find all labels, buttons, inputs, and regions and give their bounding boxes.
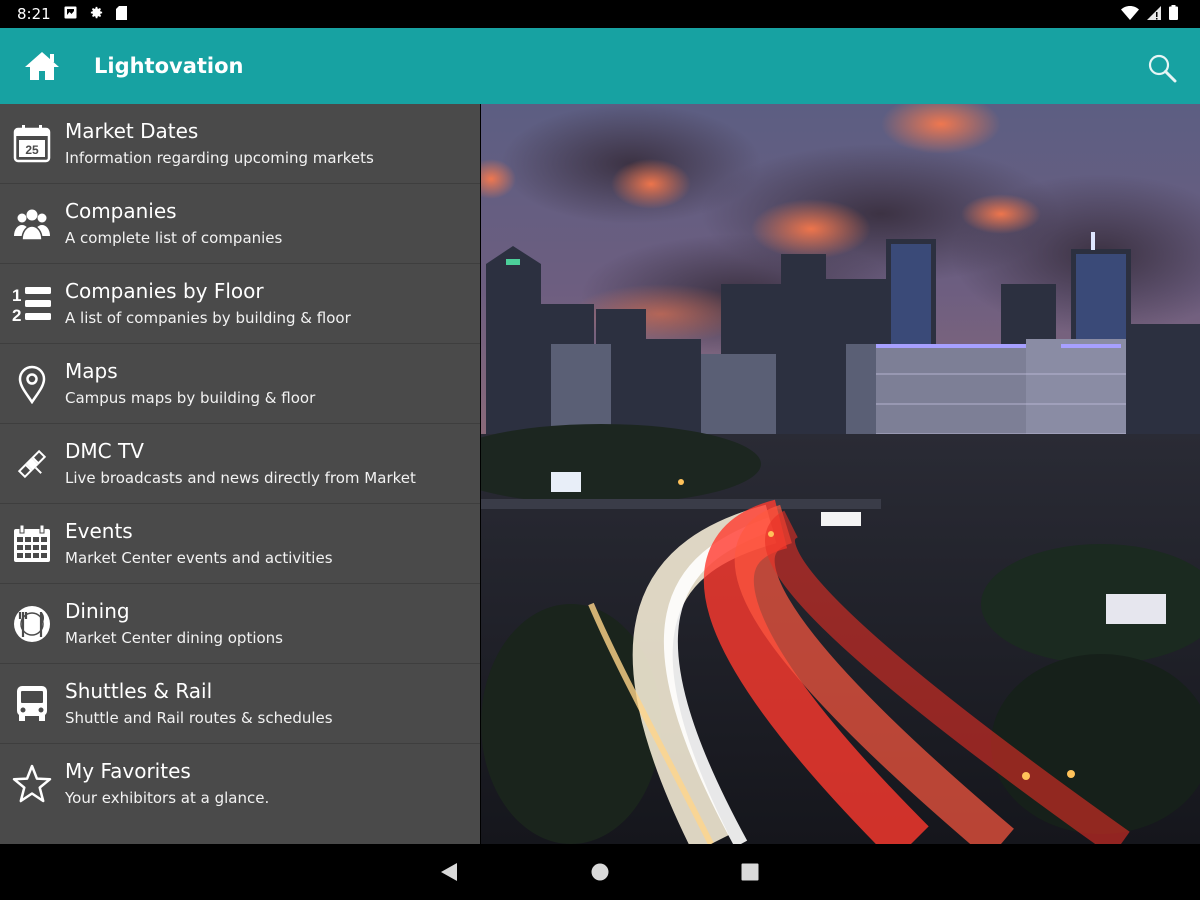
dining-icon xyxy=(14,606,50,642)
wifi-icon xyxy=(1121,5,1139,20)
menu-item-shuttles-rail[interactable]: Shuttles & Rail Shuttle and Rail routes … xyxy=(0,664,480,744)
menu-item-companies[interactable]: Companies A complete list of companies xyxy=(0,184,480,264)
calendar-grid-icon xyxy=(14,524,50,562)
menu-item-title: Companies by Floor xyxy=(65,279,264,303)
menu-item-subtitle: Information regarding upcoming markets xyxy=(65,149,374,167)
city-skyline-photo xyxy=(481,104,1200,844)
back-icon[interactable] xyxy=(441,863,457,881)
map-pin-icon xyxy=(18,365,46,404)
search-icon[interactable] xyxy=(1147,53,1177,83)
home-nav-icon[interactable] xyxy=(591,863,609,881)
menu-item-subtitle: Live broadcasts and news directly from M… xyxy=(65,469,416,487)
menu-item-title: Events xyxy=(65,519,133,543)
menu-item-events[interactable]: Events Market Center events and activiti… xyxy=(0,504,480,584)
menu-item-title: Market Dates xyxy=(65,119,199,143)
system-nav-bar xyxy=(0,844,1200,900)
menu-item-title: Companies xyxy=(65,199,177,223)
numbered-list-icon: 1 2 xyxy=(12,286,51,324)
menu-item-title: Shuttles & Rail xyxy=(65,679,213,703)
photo-notification-icon xyxy=(64,6,77,19)
svg-text:1: 1 xyxy=(12,286,21,305)
menu-item-title: Maps xyxy=(65,359,118,383)
settings-notification-icon xyxy=(90,6,103,19)
menu-item-subtitle: Shuttle and Rail routes & schedules xyxy=(65,709,333,727)
star-icon xyxy=(12,764,52,803)
menu-item-subtitle: Market Center dining options xyxy=(65,629,283,647)
menu-item-subtitle: Campus maps by building & floor xyxy=(65,389,316,407)
sd-card-icon xyxy=(116,5,127,20)
satellite-icon xyxy=(17,449,47,479)
recents-icon[interactable] xyxy=(741,863,759,881)
app-title: Lightovation xyxy=(94,54,244,78)
status-time: 8:21 xyxy=(17,5,51,23)
people-icon xyxy=(14,209,50,241)
menu-item-my-favorites[interactable]: My Favorites Your exhibitors at a glance… xyxy=(0,744,480,824)
menu-item-title: My Favorites xyxy=(65,759,191,783)
app-bar: Lightovation xyxy=(0,28,1200,104)
menu-item-title: DMC TV xyxy=(65,439,144,463)
menu-item-title: Dining xyxy=(65,599,130,623)
signal-icon xyxy=(1147,5,1161,20)
svg-text:25: 25 xyxy=(25,143,39,157)
svg-text:2: 2 xyxy=(12,306,21,324)
menu-item-market-dates[interactable]: 25 Market Dates Information regarding up… xyxy=(0,104,480,184)
bus-icon xyxy=(17,686,47,721)
menu-item-dmc-tv[interactable]: DMC TV Live broadcasts and news directly… xyxy=(0,424,480,504)
menu-item-subtitle: Your exhibitors at a glance. xyxy=(65,789,270,807)
home-icon[interactable] xyxy=(24,50,60,82)
menu-item-dining[interactable]: Dining Market Center dining options xyxy=(0,584,480,664)
battery-icon xyxy=(1169,5,1178,20)
menu-item-maps[interactable]: Maps Campus maps by building & floor xyxy=(0,344,480,424)
menu-item-subtitle: Market Center events and activities xyxy=(65,549,333,567)
menu-item-subtitle: A complete list of companies xyxy=(65,229,283,247)
calendar-icon: 25 xyxy=(13,125,51,163)
menu-item-companies-by-floor[interactable]: 1 2 Companies by Floor A list of compani… xyxy=(0,264,480,344)
main-menu: 25 Market Dates Information regarding up… xyxy=(0,104,480,844)
status-bar: 8:21 xyxy=(0,0,1200,28)
menu-item-subtitle: A list of companies by building & floor xyxy=(65,309,351,327)
